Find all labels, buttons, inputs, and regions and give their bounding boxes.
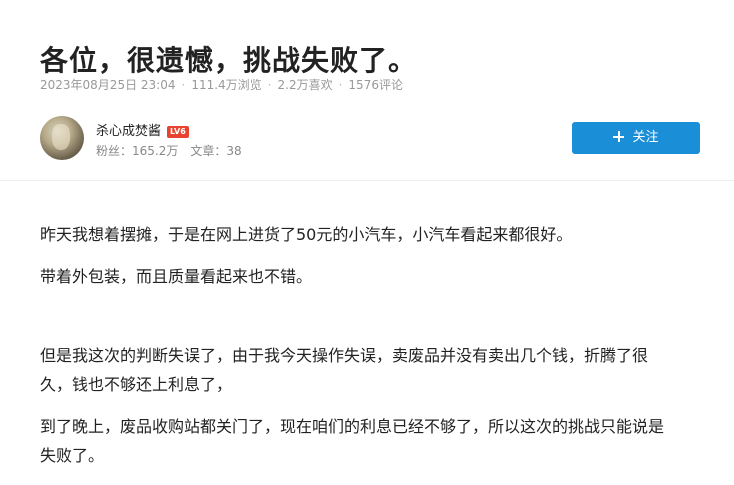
- level-badge: LV6: [167, 126, 189, 138]
- avatar[interactable]: [40, 116, 84, 160]
- author-name[interactable]: 杀心成焚酱: [96, 124, 161, 139]
- follow-button[interactable]: 关注: [572, 122, 700, 154]
- fans-count: 粉丝：165.2万: [96, 144, 179, 158]
- divider: [0, 180, 734, 181]
- comment-count[interactable]: 1576评论: [348, 76, 403, 93]
- plus-icon: [613, 131, 625, 142]
- paragraph: 昨天我想着摆摊，于是在网上进货了50元的小汽车，小汽车看起来都很好。: [40, 225, 573, 244]
- author-card: 杀心成焚酱 LV6 粉丝：165.2万 文章：38 关注: [40, 116, 700, 162]
- meta-separator: ·: [181, 78, 186, 92]
- publish-date: 2023年08月25日 23:04: [40, 78, 176, 92]
- paragraph: 带着外包装，而且质量看起来也不错。: [40, 267, 313, 286]
- paragraph: 但是我这次的判断失误了，由于我今天操作失误，卖废品并没有卖出几个钱，折腾了很久，…: [40, 346, 649, 394]
- article-meta: 2023年08月25日 23:04 · 111.4万浏览 · 2.2万喜欢 · 1576评论: [40, 76, 403, 93]
- follow-button-label: 关注: [632, 130, 659, 145]
- article-body: 昨天我想着摆摊，于是在网上进货了50元的小汽车，小汽车看起来都很好。 带着外包装…: [40, 220, 670, 483]
- like-count: 2.2万喜欢: [277, 78, 333, 92]
- view-count: 111.4万浏览: [191, 78, 262, 92]
- author-name-line: 杀心成焚酱 LV6: [96, 120, 189, 139]
- paragraph: 到了晚上，废品收购站都关门了，现在咱们的利息已经不够了，所以这次的挑战只能说是失…: [40, 417, 665, 465]
- article-title: 各位，很遗憾，挑战失败了。: [40, 43, 418, 77]
- meta-separator: ·: [338, 78, 343, 92]
- meta-separator: ·: [267, 78, 272, 92]
- post-count: 文章：38: [190, 144, 242, 158]
- author-stats: 粉丝：165.2万 文章：38: [96, 142, 242, 159]
